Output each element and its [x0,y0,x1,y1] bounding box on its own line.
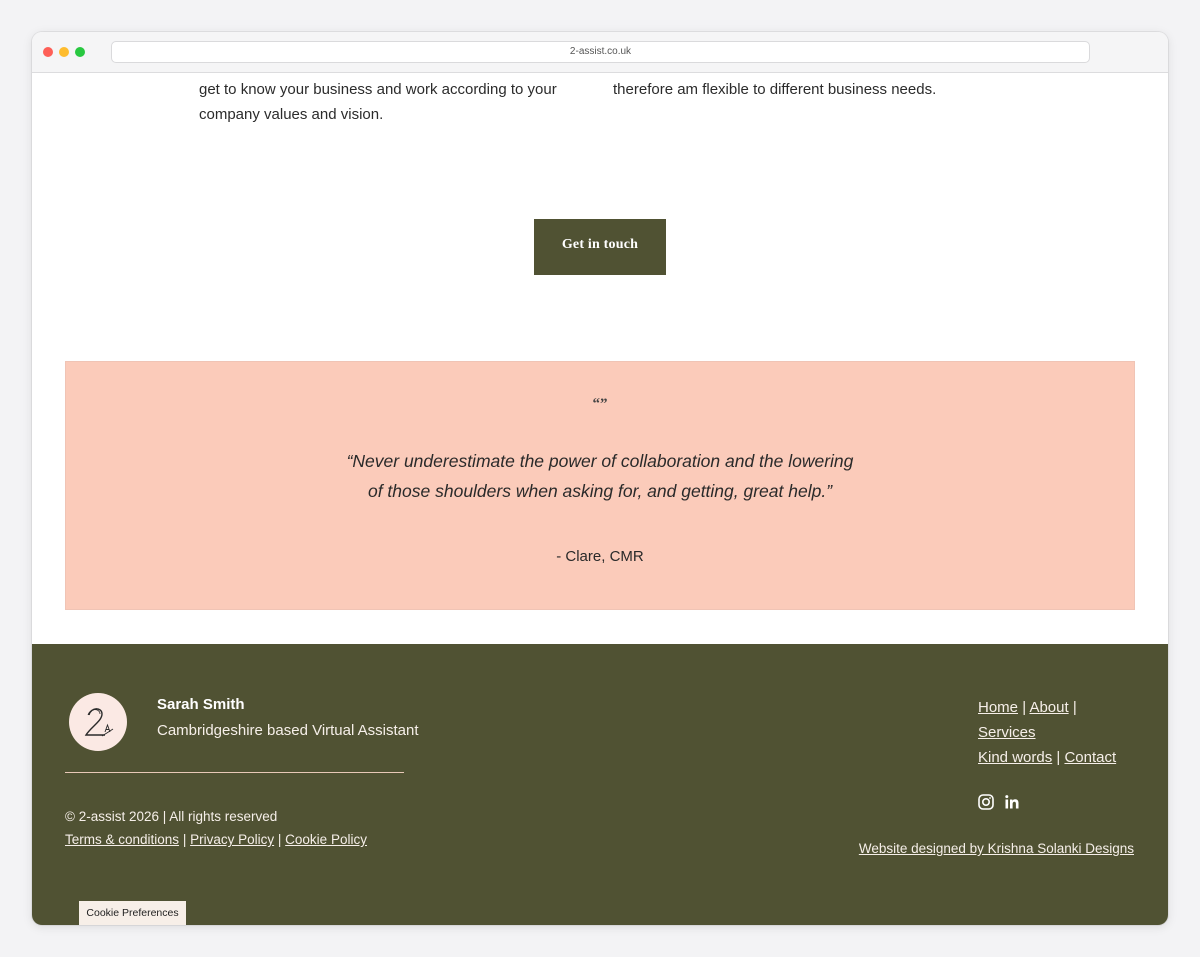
site-footer: Sarah Smith Cambridgeshire based Virtual… [32,644,1168,925]
nav-separator: | [1056,749,1061,766]
nav-home-link[interactable]: Home [978,699,1018,716]
copyright-text: © 2-assist 2026 | All rights reserved [65,809,278,824]
minimize-window-button[interactable] [59,47,69,57]
testimonial-section: “” “Never underestimate the power of col… [65,361,1135,610]
footer-divider [65,772,404,773]
privacy-policy-link[interactable]: Privacy Policy [190,832,274,847]
nav-services-link[interactable]: Services [978,724,1036,741]
nav-kind-words-link[interactable]: Kind words [978,749,1052,766]
nav-about-link[interactable]: About [1029,699,1068,716]
intro-text-right: therefore am flexible to different busin… [613,81,937,98]
legal-links: Terms & conditions | Privacy Policy | Co… [65,832,367,847]
get-in-touch-button[interactable]: Get in touch [534,219,666,275]
close-window-button[interactable] [43,47,53,57]
cookie-preferences-button[interactable]: Cookie Preferences [79,901,186,925]
legal-separator: | [182,832,187,847]
nav-contact-link[interactable]: Contact [1064,749,1116,766]
nav-separator: | [1022,699,1027,716]
logo-icon[interactable] [69,693,127,751]
testimonial-author: - Clare, CMR [556,548,644,565]
designer-credit-text[interactable]: Website designed by Krishna Solanki Desi… [859,841,1134,856]
designer-credit-link[interactable]: Website designed by Krishna Solanki Desi… [859,841,1134,856]
address-bar[interactable]: 2-assist.co.uk [111,41,1090,63]
footer-tagline: Cambridgeshire based Virtual Assistant [157,722,419,739]
cookie-policy-link[interactable]: Cookie Policy [285,832,367,847]
browser-titlebar: 2-assist.co.uk [32,32,1168,73]
browser-window: 2-assist.co.uk get to know your business… [32,32,1168,925]
quote-mark-icon: “” [592,396,608,412]
testimonial-quote: “Never underestimate the power of collab… [346,451,854,501]
nav-separator: | [1072,699,1077,716]
footer-nav: Home | About | Services Kind words | Con… [978,695,1138,770]
linkedin-icon[interactable] [1004,794,1022,812]
legal-separator: | [277,832,282,847]
instagram-icon[interactable] [978,794,996,812]
maximize-window-button[interactable] [75,47,85,57]
terms-link[interactable]: Terms & conditions [65,832,179,847]
intro-text-left: get to know your business and work accor… [199,81,557,123]
footer-name: Sarah Smith [157,696,245,713]
page-viewport: get to know your business and work accor… [32,73,1168,925]
